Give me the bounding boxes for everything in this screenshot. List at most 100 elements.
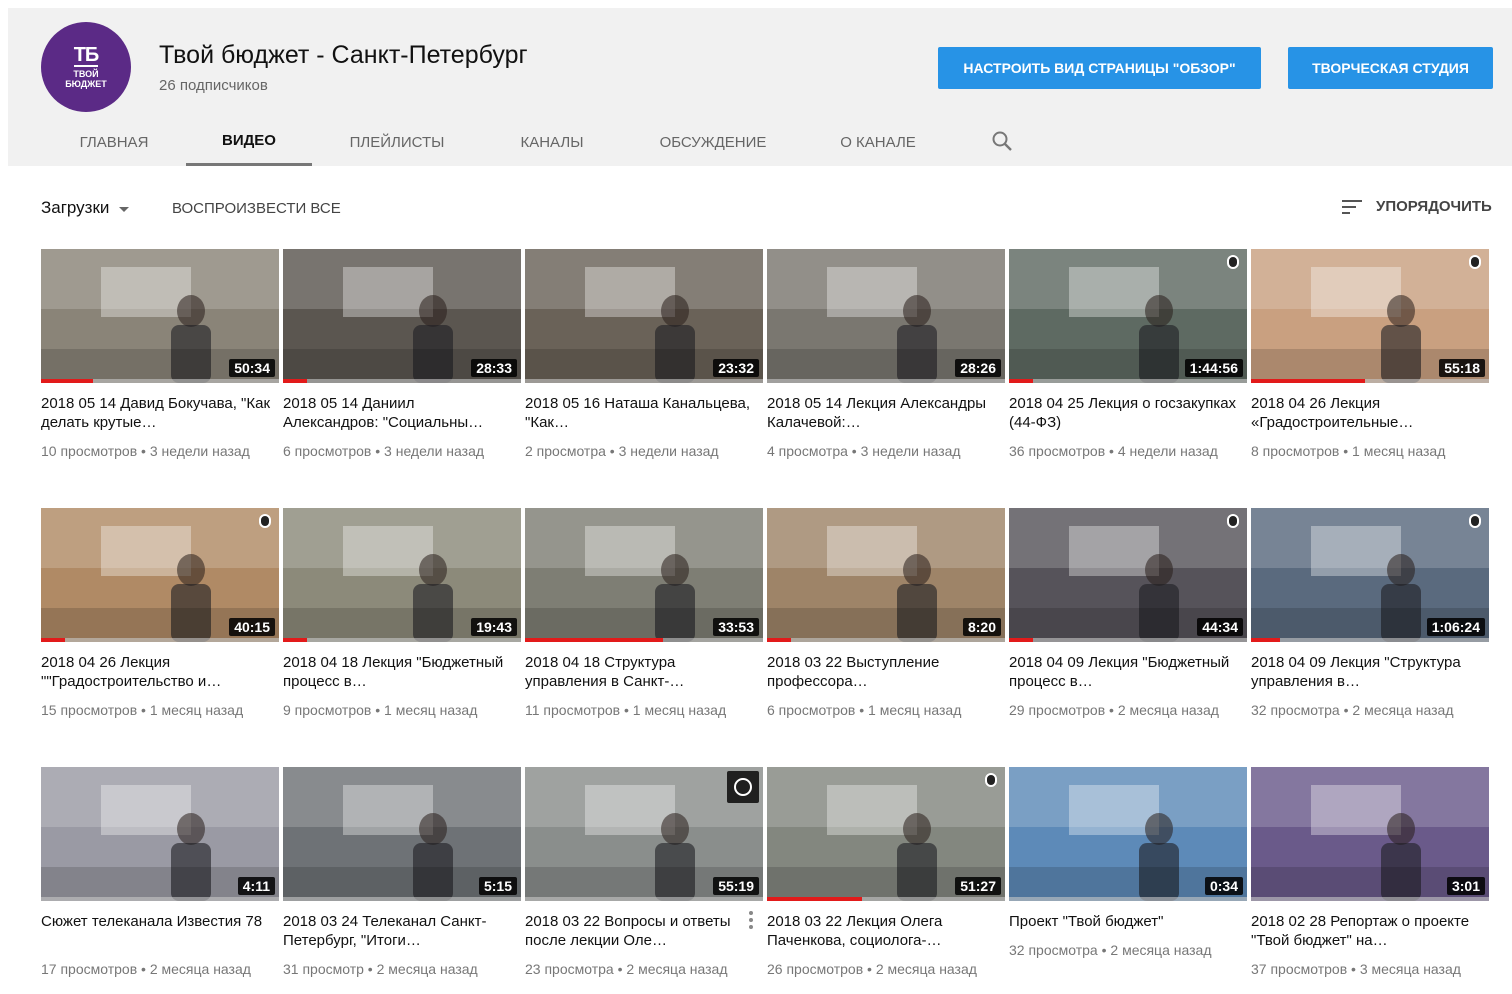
video-thumbnail[interactable]: 5:15	[283, 767, 521, 901]
channel-watermark-icon	[1227, 514, 1239, 528]
video-title[interactable]: 2018 04 26 Лекция ""Градостроительство и…	[41, 653, 271, 691]
video-duration: 5:15	[478, 877, 517, 895]
video-thumbnail[interactable]: 8:20	[767, 508, 1005, 642]
video-title[interactable]: 2018 04 26 Лекция «Градостроительные…	[1251, 394, 1481, 432]
video-title[interactable]: 2018 05 14 Лекция Александры Калачевой:…	[767, 394, 997, 432]
view-count: 26 просмотров	[767, 961, 864, 977]
video-title[interactable]: 2018 03 22 Вопросы и ответы после лекции…	[525, 912, 755, 950]
channel-avatar[interactable]: TБ ТВОЙ БЮДЖЕТ	[41, 22, 131, 112]
tab-about[interactable]: О КАНАЛЕ	[838, 118, 918, 166]
watch-progress-bar	[767, 638, 791, 642]
video-title[interactable]: 2018 03 22 Выступление профессора…	[767, 653, 997, 691]
upload-age: 1 месяц назад	[1352, 443, 1446, 459]
video-thumbnail[interactable]: 28:26	[767, 249, 1005, 383]
video-meta: 11 просмотров • 1 месяц назад	[525, 700, 761, 720]
view-count: 36 просмотров	[1009, 443, 1106, 459]
video-title[interactable]: Сюжет телеканала Известия 78	[41, 912, 271, 931]
more-options-icon[interactable]	[749, 911, 753, 932]
progress-track	[1009, 638, 1247, 642]
upload-age: 3 недели назад	[860, 443, 961, 459]
upload-age: 2 месяца назад	[376, 961, 478, 977]
video-thumbnail[interactable]: 23:32	[525, 249, 763, 383]
meta-separator: •	[855, 702, 869, 718]
video-thumbnail[interactable]: 0:34	[1009, 767, 1247, 901]
video-thumbnail[interactable]: 55:19	[525, 767, 763, 901]
progress-track	[283, 897, 521, 901]
watch-later-icon[interactable]	[727, 771, 759, 803]
video-thumbnail[interactable]: 28:33	[283, 249, 521, 383]
progress-track	[41, 638, 279, 642]
meta-separator: •	[1339, 443, 1353, 459]
video-title[interactable]: 2018 03 22 Лекция Олега Паченкова, социо…	[767, 912, 997, 950]
tab-videos[interactable]: ВИДЕО	[186, 118, 312, 166]
uploads-dropdown[interactable]: Загрузки	[41, 198, 130, 218]
video-thumbnail[interactable]: 50:34	[41, 249, 279, 383]
search-icon[interactable]	[991, 130, 1013, 152]
video-duration: 55:18	[1439, 359, 1485, 377]
video-meta: 10 просмотров • 3 недели назад	[41, 441, 277, 461]
upload-age: 3 недели назад	[618, 443, 719, 459]
meta-separator: •	[371, 443, 385, 459]
video-duration: 44:34	[1197, 618, 1243, 636]
video-title[interactable]: 2018 05 14 Даниил Александров: "Социальн…	[283, 394, 513, 432]
video-title[interactable]: 2018 04 25 Лекция о госзакупках (44-ФЗ)	[1009, 394, 1239, 432]
video-thumbnail[interactable]: 51:27	[767, 767, 1005, 901]
video-title[interactable]: 2018 04 18 Структура управления в Санкт-…	[525, 653, 755, 691]
video-title[interactable]: Проект "Твой бюджет"	[1009, 912, 1239, 931]
meta-separator: •	[863, 961, 876, 977]
watch-progress-bar	[1009, 379, 1033, 383]
watch-progress-bar	[1251, 638, 1280, 642]
watch-progress-bar	[525, 638, 664, 642]
progress-track	[1009, 379, 1247, 383]
upload-age: 2 месяца назад	[149, 961, 251, 977]
video-title[interactable]: 2018 04 18 Лекция "Бюджетный процесс в…	[283, 653, 513, 691]
uploads-label: Загрузки	[41, 198, 110, 217]
view-count: 32 просмотра	[1251, 702, 1340, 718]
video-meta: 32 просмотра • 2 месяца назад	[1251, 700, 1487, 720]
sort-icon	[1342, 197, 1364, 215]
progress-track	[1009, 897, 1247, 901]
video-duration: 50:34	[229, 359, 275, 377]
video-duration: 1:44:56	[1184, 359, 1243, 377]
video-title[interactable]: 2018 03 24 Телеканал Санкт-Петербург, "И…	[283, 912, 513, 950]
tab-home[interactable]: ГЛАВНАЯ	[78, 118, 150, 166]
customize-button[interactable]: НАСТРОИТЬ ВИД СТРАНИЦЫ "ОБЗОР"	[938, 47, 1261, 89]
tab-channels[interactable]: КАНАЛЫ	[517, 118, 587, 166]
video-thumbnail[interactable]: 55:18	[1251, 249, 1489, 383]
video-duration: 40:15	[229, 618, 275, 636]
meta-separator: •	[1347, 961, 1360, 977]
channel-watermark-icon	[1469, 255, 1481, 269]
meta-separator: •	[1105, 443, 1118, 459]
video-thumbnail[interactable]: 4:11	[41, 767, 279, 901]
view-count: 32 просмотра	[1009, 942, 1098, 958]
video-meta: 2 просмотра • 3 недели назад	[525, 441, 761, 461]
tab-discussion[interactable]: ОБСУЖДЕНИЕ	[658, 118, 768, 166]
sort-label: УПОРЯДОЧИТЬ	[1376, 197, 1492, 215]
upload-age: 3 недели назад	[149, 443, 250, 459]
studio-button[interactable]: ТВОРЧЕСКАЯ СТУДИЯ	[1288, 47, 1493, 89]
video-thumbnail[interactable]: 1:44:56	[1009, 249, 1247, 383]
video-thumbnail[interactable]: 44:34	[1009, 508, 1247, 642]
upload-age: 2 месяца назад	[1117, 702, 1219, 718]
video-thumbnail[interactable]: 19:43	[283, 508, 521, 642]
video-title[interactable]: 2018 02 28 Репортаж о проекте "Твой бюдж…	[1251, 912, 1481, 950]
sort-button[interactable]: УПОРЯДОЧИТЬ	[1342, 197, 1492, 215]
play-all-button[interactable]: ВОСПРОИЗВЕСТИ ВСЕ	[172, 200, 341, 217]
video-duration: 28:26	[955, 359, 1001, 377]
meta-separator: •	[371, 702, 385, 718]
view-count: 6 просмотров	[767, 702, 856, 718]
video-thumbnail[interactable]: 3:01	[1251, 767, 1489, 901]
video-thumbnail[interactable]: 1:06:24	[1251, 508, 1489, 642]
video-title[interactable]: 2018 04 09 Лекция "Структура управления …	[1251, 653, 1481, 691]
video-thumbnail[interactable]: 33:53	[525, 508, 763, 642]
video-title[interactable]: 2018 05 16 Наташа Канальцева, "Как…	[525, 394, 755, 432]
video-duration: 8:20	[962, 618, 1001, 636]
video-thumbnail[interactable]: 40:15	[41, 508, 279, 642]
tab-playlists[interactable]: ПЛЕЙЛИСТЫ	[347, 118, 447, 166]
view-count: 10 просмотров	[41, 443, 138, 459]
video-title[interactable]: 2018 04 09 Лекция "Бюджетный процесс в…	[1009, 653, 1239, 691]
video-title[interactable]: 2018 05 14 Давид Бокучава, "Как делать к…	[41, 394, 271, 432]
subscriber-count: 26 подписчиков	[159, 77, 268, 94]
progress-track	[41, 897, 279, 901]
video-duration: 1:06:24	[1426, 618, 1485, 636]
